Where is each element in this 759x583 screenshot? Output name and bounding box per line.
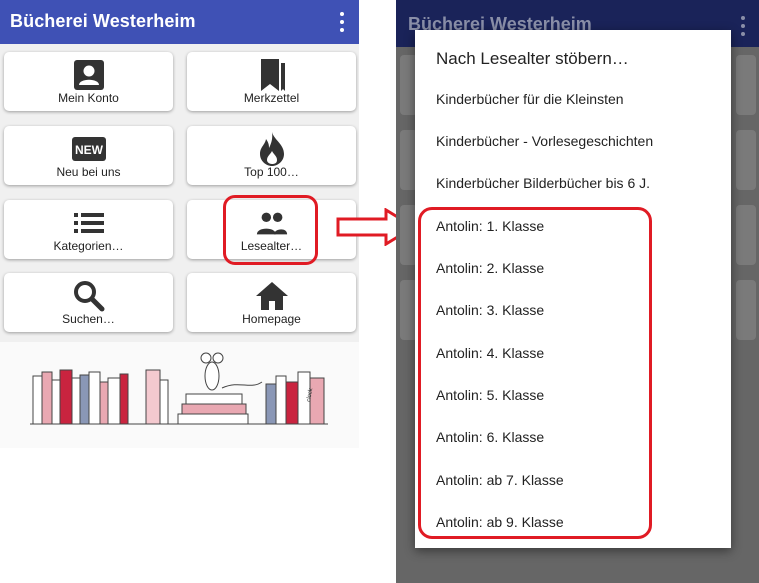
highlight-antolin-options [418,207,652,539]
tile-mein-konto[interactable]: Mein Konto [4,52,173,111]
svg-text:NEW: NEW [75,143,104,157]
tile-label: Homepage [242,312,301,326]
flame-icon [255,132,289,166]
list-icon [72,206,106,240]
tile-top-100[interactable]: Top 100… [187,126,356,185]
overflow-menu-icon-dimmed [740,16,746,36]
tile-kategorien[interactable]: Kategorien… [4,200,173,259]
account-icon [72,58,106,92]
dialog-option[interactable]: Kinderbücher für die Kleinsten [436,91,624,107]
tile-merkzettel[interactable]: Merkzettel [187,52,356,111]
dialog-option[interactable]: Kinderbücher - Vorlesegeschichten [436,133,653,149]
dialog-option[interactable]: Kinderbücher Bilderbücher bis 6 J. [436,175,650,191]
dimmed-tile [736,130,756,190]
dimmed-tile [736,280,756,340]
bookmark-icon [255,58,289,92]
dimmed-tile [736,55,756,115]
app-title: Bücherei Westerheim [10,11,196,31]
tile-neu-bei-uns[interactable]: NEW Neu bei uns [4,126,173,185]
tile-label: Top 100… [244,165,299,179]
tile-label: Mein Konto [58,91,119,105]
search-icon [72,279,106,313]
tile-label: Suchen… [62,312,115,326]
overflow-menu-icon[interactable] [339,12,345,32]
new-badge-icon: NEW [71,132,106,166]
dialog-title: Nach Lesealter stöbern… [436,49,629,68]
books-illustration: clock [30,352,328,425]
dimmed-tile [736,205,756,265]
tile-label: Merkzettel [243,91,300,105]
tile-label: Kategorien… [53,239,124,253]
app-bar: Bücherei Westerheim [0,0,359,44]
tile-homepage[interactable]: Homepage [187,273,356,332]
tile-suchen[interactable]: Suchen… [4,273,173,332]
tile-label: Neu bei uns [56,165,121,179]
highlight-lesealter-tile [223,195,318,265]
home-icon [255,279,289,313]
library-banner: clock [0,342,359,448]
